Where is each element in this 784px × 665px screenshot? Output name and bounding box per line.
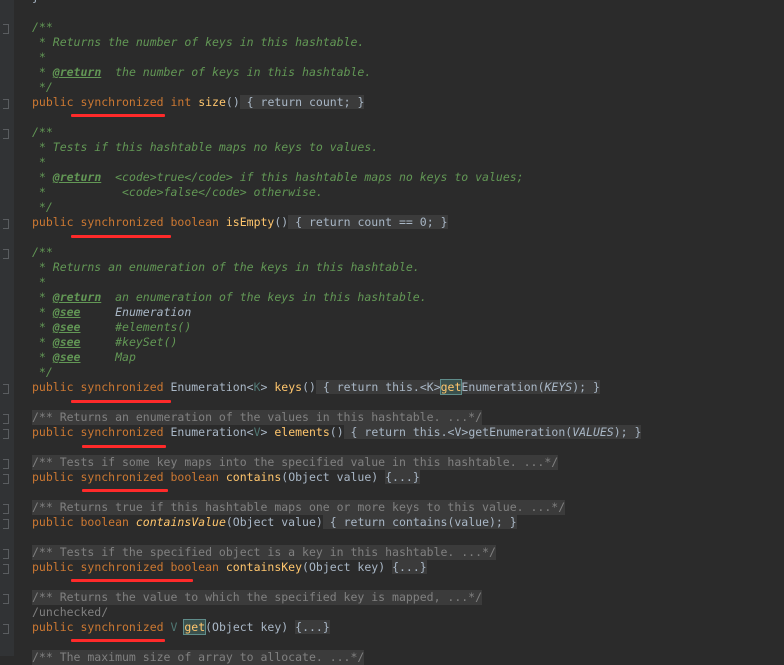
comment-text: <code>true</code> if this hashtable maps… <box>101 170 524 184</box>
javadoc-tag[interactable]: @return <box>53 170 101 184</box>
fold-marker-icon[interactable] <box>3 249 9 259</box>
folded-doc-comment[interactable]: /** The maximum size of array to allocat… <box>32 650 365 665</box>
fold-marker-icon[interactable] <box>3 519 9 529</box>
see-reference[interactable]: Map <box>80 350 136 364</box>
doc-comment-line: * Returns an enumeration of the keys in … <box>32 260 420 274</box>
doc-comment-line: * Tests if this hashtable maps no keys t… <box>32 140 379 154</box>
code-line-size[interactable]: public synchronized int size() { return … <box>32 95 365 110</box>
fold-marker-icon[interactable] <box>3 459 9 469</box>
folded-doc-comment[interactable]: /** Returns an enumeration of the values… <box>32 410 483 425</box>
closing-brace: } <box>32 0 39 5</box>
fold-marker-icon[interactable] <box>3 624 9 634</box>
red-underline <box>71 114 165 117</box>
fold-marker-icon[interactable] <box>3 24 9 34</box>
doc-comment-line: * @return <code>true</code> if this hash… <box>32 170 524 185</box>
javadoc-tag[interactable]: @return <box>53 65 101 79</box>
code-line-isempty[interactable]: public synchronized boolean isEmpty() { … <box>32 215 448 230</box>
folded-doc-comment[interactable]: /** Tests if some key maps into the spec… <box>32 455 559 470</box>
suppress-warnings-annotation: /unchecked/ <box>32 605 109 619</box>
javadoc-tag[interactable]: @see <box>53 350 81 364</box>
fold-marker-icon[interactable] <box>3 384 9 394</box>
javadoc-tag[interactable]: @return <box>53 290 101 304</box>
fold-marker-icon[interactable] <box>3 594 9 604</box>
doc-comment-line: * @see Map <box>32 350 136 365</box>
doc-comment-line: * <box>32 155 46 169</box>
fold-marker-icon[interactable] <box>3 129 9 139</box>
comment-text: * <box>32 335 53 349</box>
doc-comment-line: /** <box>32 125 53 139</box>
doc-comment-line: * @see #keySet() <box>32 335 178 350</box>
folded-doc-comment[interactable]: /** Returns true if this hashtable maps … <box>32 500 566 515</box>
code-line-keys[interactable]: public synchronized Enumeration<K> keys(… <box>32 379 600 395</box>
fold-marker-icon[interactable] <box>3 429 9 439</box>
doc-comment-line: /** <box>32 20 53 34</box>
doc-comment-line: * @return an enumeration of the keys in … <box>32 290 427 305</box>
doc-comment-line: */ <box>32 80 53 94</box>
comment-text: an enumeration of the keys in this hasht… <box>101 290 427 304</box>
doc-comment-line: * Returns the number of keys in this has… <box>32 35 365 49</box>
comment-text: * <box>32 320 53 334</box>
code-editor[interactable]: } /** * Returns the number of keys in th… <box>0 0 784 665</box>
comment-text: * <box>32 350 53 364</box>
folded-doc-comment[interactable]: /** Returns the value to which the speci… <box>32 590 483 605</box>
code-line-contains[interactable]: public synchronized boolean contains(Obj… <box>32 470 420 485</box>
red-underline <box>71 639 165 642</box>
javadoc-tag[interactable]: @see <box>53 335 81 349</box>
comment-text: * <box>32 170 53 184</box>
red-underline <box>71 579 193 582</box>
red-underline <box>71 235 171 238</box>
doc-comment-line: */ <box>32 365 53 379</box>
see-reference[interactable]: #keySet() <box>80 335 177 349</box>
see-reference[interactable]: #elements() <box>80 320 191 334</box>
red-underline <box>82 489 168 492</box>
doc-comment-line: /** <box>32 245 53 259</box>
fold-marker-icon[interactable] <box>3 474 9 484</box>
comment-text: * <box>32 65 53 79</box>
doc-comment-line: * <code>false</code> otherwise. <box>32 185 323 199</box>
folded-doc-comment[interactable]: /** Tests if the specified object is a k… <box>32 545 496 560</box>
code-line-get[interactable]: public synchronized V get(Object key) {.… <box>32 619 330 635</box>
doc-comment-line: */ <box>32 200 53 214</box>
code-line-elements[interactable]: public synchronized Enumeration<V> eleme… <box>32 425 642 440</box>
code-line-containskey[interactable]: public synchronized boolean containsKey(… <box>32 560 427 575</box>
fold-marker-icon[interactable] <box>3 219 9 229</box>
red-underline <box>82 445 166 448</box>
fold-marker-icon[interactable] <box>3 504 9 514</box>
fold-marker-icon[interactable] <box>3 549 9 559</box>
comment-text: the number of keys in this hashtable. <box>101 65 372 79</box>
doc-comment-line: * <box>32 275 46 289</box>
doc-comment-line: * @see #elements() <box>32 320 191 335</box>
fold-marker-icon[interactable] <box>3 99 9 109</box>
javadoc-tag[interactable]: @see <box>53 305 81 319</box>
fold-marker-icon[interactable] <box>3 414 9 424</box>
comment-text: * <box>32 290 53 304</box>
doc-comment-line: * @see Enumeration <box>32 305 191 320</box>
comment-text: * <box>32 305 53 319</box>
fold-marker-icon[interactable] <box>3 564 9 574</box>
javadoc-tag[interactable]: @see <box>53 320 81 334</box>
doc-comment-line: * @return the number of keys in this has… <box>32 65 371 80</box>
red-underline <box>71 400 171 403</box>
code-line-containsvalue[interactable]: public boolean containsValue(Object valu… <box>32 515 517 530</box>
see-reference[interactable]: Enumeration <box>80 305 191 319</box>
doc-comment-line: * <box>32 50 46 64</box>
